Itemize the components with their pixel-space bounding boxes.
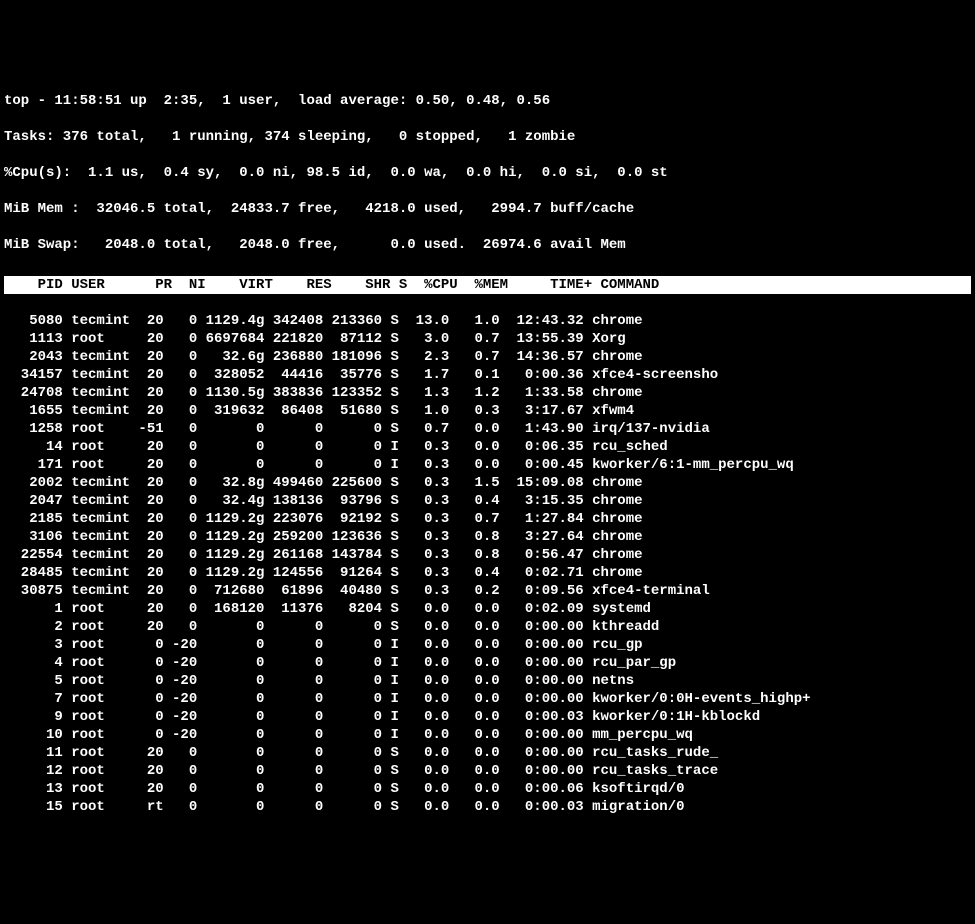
process-row[interactable]: 4 root 0 -20 0 0 0 I 0.0 0.0 0:00.00 rcu… — [4, 654, 971, 672]
process-row[interactable]: 12 root 20 0 0 0 0 S 0.0 0.0 0:00.00 rcu… — [4, 762, 971, 780]
process-row[interactable]: 5080 tecmint 20 0 1129.4g 342408 213360 … — [4, 312, 971, 330]
process-row[interactable]: 1258 root -51 0 0 0 0 S 0.7 0.0 1:43.90 … — [4, 420, 971, 438]
process-row[interactable]: 24708 tecmint 20 0 1130.5g 383836 123352… — [4, 384, 971, 402]
process-list[interactable]: 5080 tecmint 20 0 1129.4g 342408 213360 … — [4, 312, 971, 816]
process-row[interactable]: 2 root 20 0 0 0 0 S 0.0 0.0 0:00.00 kthr… — [4, 618, 971, 636]
process-row[interactable]: 30875 tecmint 20 0 712680 61896 40480 S … — [4, 582, 971, 600]
process-row[interactable]: 15 root rt 0 0 0 0 S 0.0 0.0 0:00.03 mig… — [4, 798, 971, 816]
summary-line-mem: MiB Mem : 32046.5 total, 24833.7 free, 4… — [4, 200, 971, 218]
top-output: top - 11:58:51 up 2:35, 1 user, load ave… — [4, 74, 971, 834]
process-row[interactable]: 2043 tecmint 20 0 32.6g 236880 181096 S … — [4, 348, 971, 366]
process-row[interactable]: 14 root 20 0 0 0 0 I 0.3 0.0 0:06.35 rcu… — [4, 438, 971, 456]
process-row[interactable]: 1655 tecmint 20 0 319632 86408 51680 S 1… — [4, 402, 971, 420]
column-header-row[interactable]: PID USER PR NI VIRT RES SHR S %CPU %MEM … — [4, 276, 971, 294]
process-row[interactable]: 9 root 0 -20 0 0 0 I 0.0 0.0 0:00.03 kwo… — [4, 708, 971, 726]
process-row[interactable]: 5 root 0 -20 0 0 0 I 0.0 0.0 0:00.00 net… — [4, 672, 971, 690]
summary-line-uptime: top - 11:58:51 up 2:35, 1 user, load ave… — [4, 92, 971, 110]
process-row[interactable]: 171 root 20 0 0 0 0 I 0.3 0.0 0:00.45 kw… — [4, 456, 971, 474]
process-row[interactable]: 3 root 0 -20 0 0 0 I 0.0 0.0 0:00.00 rcu… — [4, 636, 971, 654]
summary-line-tasks: Tasks: 376 total, 1 running, 374 sleepin… — [4, 128, 971, 146]
process-row[interactable]: 10 root 0 -20 0 0 0 I 0.0 0.0 0:00.00 mm… — [4, 726, 971, 744]
process-row[interactable]: 7 root 0 -20 0 0 0 I 0.0 0.0 0:00.00 kwo… — [4, 690, 971, 708]
process-row[interactable]: 2047 tecmint 20 0 32.4g 138136 93796 S 0… — [4, 492, 971, 510]
process-row[interactable]: 13 root 20 0 0 0 0 S 0.0 0.0 0:00.06 kso… — [4, 780, 971, 798]
summary-line-swap: MiB Swap: 2048.0 total, 2048.0 free, 0.0… — [4, 236, 971, 254]
summary-line-cpu: %Cpu(s): 1.1 us, 0.4 sy, 0.0 ni, 98.5 id… — [4, 164, 971, 182]
process-row[interactable]: 2002 tecmint 20 0 32.8g 499460 225600 S … — [4, 474, 971, 492]
process-row[interactable]: 28485 tecmint 20 0 1129.2g 124556 91264 … — [4, 564, 971, 582]
process-row[interactable]: 1113 root 20 0 6697684 221820 87112 S 3.… — [4, 330, 971, 348]
process-row[interactable]: 1 root 20 0 168120 11376 8204 S 0.0 0.0 … — [4, 600, 971, 618]
process-row[interactable]: 34157 tecmint 20 0 328052 44416 35776 S … — [4, 366, 971, 384]
process-row[interactable]: 11 root 20 0 0 0 0 S 0.0 0.0 0:00.00 rcu… — [4, 744, 971, 762]
process-row[interactable]: 3106 tecmint 20 0 1129.2g 259200 123636 … — [4, 528, 971, 546]
process-row[interactable]: 2185 tecmint 20 0 1129.2g 223076 92192 S… — [4, 510, 971, 528]
process-row[interactable]: 22554 tecmint 20 0 1129.2g 261168 143784… — [4, 546, 971, 564]
